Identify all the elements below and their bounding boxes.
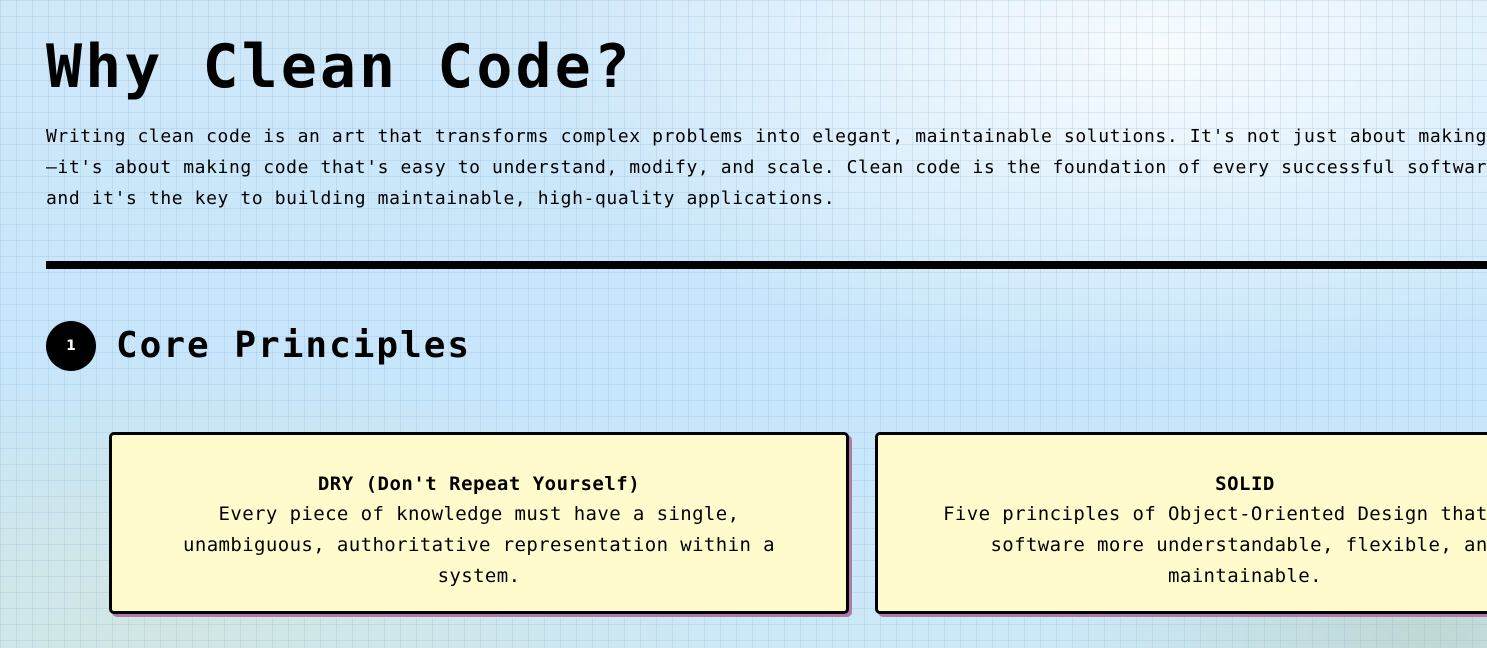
section-divider [46,261,1487,269]
principle-card-solid: SOLID Five principles of Object-Oriented… [875,432,1487,614]
page-content: Why Clean Code? Writing clean code is an… [46,0,1487,648]
page-title: Why Clean Code? [46,32,633,102]
section-number-badge: 1 [46,321,96,371]
section-title: Core Principles [116,325,472,366]
intro-paragraph: Writing clean code is an art that transf… [46,126,1487,209]
section-header-core-principles: 1 Core Principles [46,320,471,372]
principle-card-description: Five principles of Object-Oriented Desig… [943,503,1487,587]
principle-card-description: Every piece of knowledge must have a sin… [183,503,775,587]
principle-card-title: DRY (Don't Repeat Yourself) [317,473,641,495]
principle-card-title: SOLID [1215,473,1275,495]
principle-card-dry: DRY (Don't Repeat Yourself) Every piece … [109,432,849,614]
